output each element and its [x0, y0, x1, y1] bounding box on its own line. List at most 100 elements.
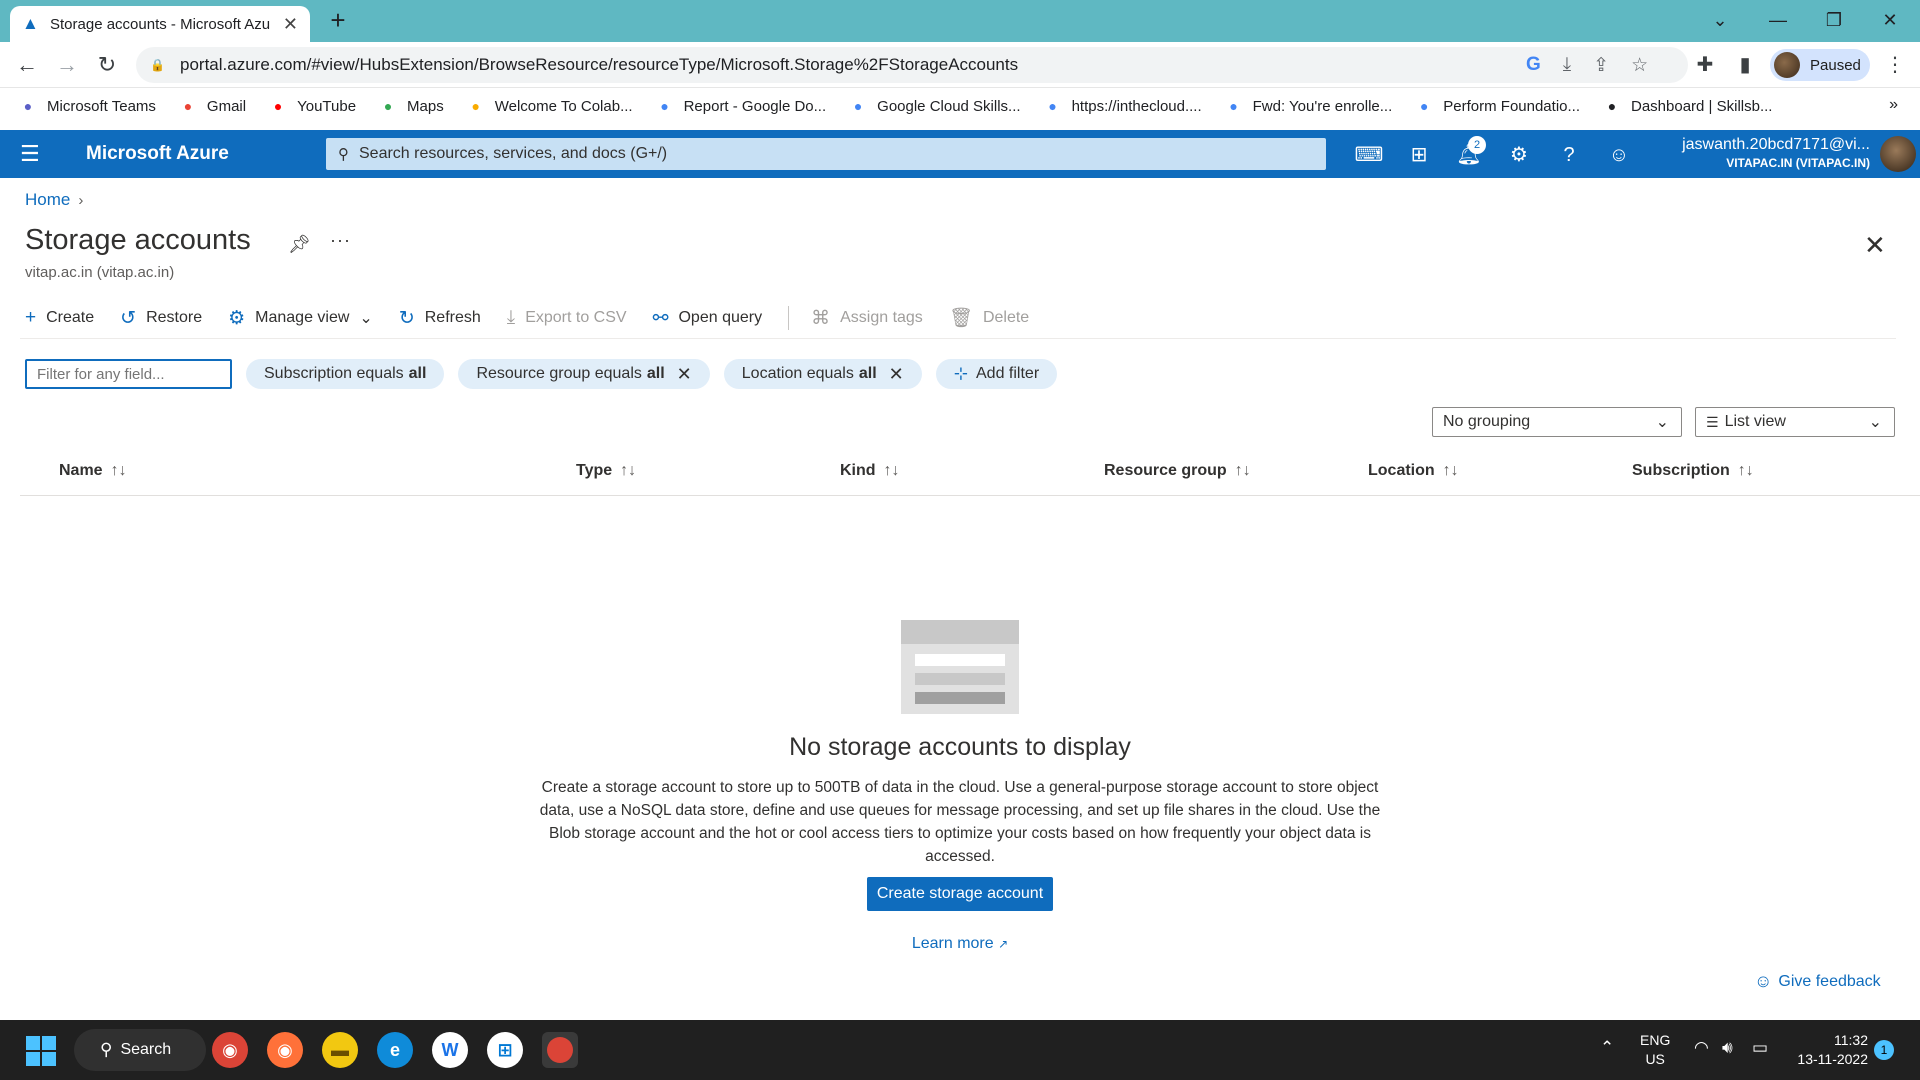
wifi-icon[interactable]: ◠ [1694, 1038, 1709, 1058]
microsoft-store-icon[interactable]: ⊞ [487, 1032, 523, 1068]
language-indicator[interactable]: ENG US [1640, 1031, 1670, 1069]
taskbar-search-button[interactable]: ⚲ Search [74, 1029, 206, 1071]
pin-icon[interactable]: 📌︎ [288, 234, 311, 255]
resource-group-filter-pill[interactable]: Resource group equals all ✕ [458, 359, 710, 389]
chrome-app-icon[interactable]: ◉ [212, 1032, 248, 1068]
bookmark-item[interactable]: ● Perform Foundatio... [1414, 97, 1580, 115]
tab-close-icon[interactable]: ✕ [283, 14, 298, 35]
open-query-button[interactable]: ⚯ Open query [653, 307, 763, 330]
breadcrumb-home-link[interactable]: Home [25, 190, 70, 210]
youtube-icon: ● [273, 98, 283, 114]
file-explorer-icon[interactable]: ▬ [322, 1032, 358, 1068]
new-tab-icon[interactable]: + [324, 6, 352, 34]
back-icon[interactable]: ← [12, 50, 42, 80]
restore-window-icon[interactable]: ❐ [1814, 0, 1854, 40]
restore-button[interactable]: ↺ Restore [120, 307, 202, 330]
bookmark-item[interactable]: ● Report - Google Do... [655, 97, 826, 115]
azure-brand[interactable]: Microsoft Azure [86, 143, 229, 165]
global-search-box[interactable]: ⚲ Search resources, services, and docs (… [326, 138, 1326, 170]
browser-menu-icon[interactable]: ⋮ [1882, 52, 1908, 78]
sort-icon[interactable]: ↑↓ [111, 462, 127, 479]
bookmark-item[interactable]: ● Welcome To Colab... [466, 97, 633, 115]
volume-icon[interactable]: 🔊︎ [1722, 1038, 1733, 1058]
remove-filter-icon[interactable]: ✕ [677, 364, 692, 385]
profile-paused-button[interactable]: Paused [1770, 49, 1870, 81]
refresh-button[interactable]: ↻ Refresh [399, 307, 481, 330]
cloud-shell-icon[interactable]: ⌨ [1354, 140, 1384, 170]
close-window-icon[interactable]: ✕ [1870, 0, 1910, 40]
tab-search-chevron-icon[interactable]: ⌄ [1700, 0, 1740, 40]
bookmark-item[interactable]: ● Gmail [178, 97, 246, 115]
sort-icon[interactable]: ↑↓ [1235, 462, 1251, 479]
bookmark-item[interactable]: ● https://inthecloud.... [1043, 97, 1201, 115]
feedback-icon[interactable]: ☺ [1604, 140, 1634, 170]
chrome-active-app-icon[interactable] [542, 1032, 578, 1068]
settings-gear-icon[interactable]: ⚙ [1504, 140, 1534, 170]
export-csv-button[interactable]: ⤓ Export to CSV [507, 307, 627, 329]
column-header-name[interactable]: Name ↑↓ [59, 462, 127, 480]
show-hidden-icons-chevron-icon[interactable]: ⌃ [1600, 1038, 1614, 1058]
column-header-resource-group[interactable]: Resource group ↑↓ [1104, 462, 1251, 480]
side-panel-icon[interactable]: ▮ [1732, 52, 1758, 78]
windows-start-icon[interactable] [26, 1036, 56, 1066]
bookmark-item[interactable]: ● Dashboard | Skillsb... [1602, 97, 1773, 115]
app-w-icon[interactable]: W [432, 1032, 468, 1068]
address-bar[interactable]: 🔒 portal.azure.com/#view/HubsExtension/B… [136, 47, 1688, 83]
add-filter-button[interactable]: ⊹ Add filter [935, 359, 1058, 389]
taskbar-clock[interactable]: 11:32 13-11-2022 [1790, 1031, 1868, 1069]
extensions-puzzle-icon[interactable]: ✚ [1692, 52, 1718, 78]
sort-icon[interactable]: ↑↓ [1443, 462, 1459, 479]
sort-icon[interactable]: ↑↓ [884, 462, 900, 479]
forward-icon[interactable]: → [52, 50, 82, 80]
column-header-type[interactable]: Type ↑↓ [576, 462, 636, 480]
table-header: Name ↑↓ Type ↑↓ Kind ↑↓ Resource group ↑↓ Lo… [20, 460, 1920, 496]
add-filter-label: Add filter [976, 365, 1040, 382]
column-header-location[interactable]: Location ↑↓ [1368, 462, 1459, 480]
subscription-filter-pill[interactable]: Subscription equals all [246, 359, 445, 389]
give-feedback-link[interactable]: ☺ Give feedback [1754, 971, 1881, 992]
account-avatar[interactable] [1880, 136, 1916, 172]
column-header-kind[interactable]: Kind ↑↓ [840, 462, 900, 480]
view-mode-dropdown[interactable]: ☰ List view ⌄ [1695, 407, 1895, 437]
manage-view-button[interactable]: ⚙ Manage view ⌄ [228, 307, 373, 330]
directory-filter-icon[interactable]: ⊞ [1404, 140, 1434, 170]
firefox-app-icon[interactable]: ◉ [267, 1032, 303, 1068]
grouping-dropdown[interactable]: No grouping ⌄ [1432, 407, 1682, 437]
column-header-subscription[interactable]: Subscription ↑↓ [1632, 462, 1754, 480]
create-storage-account-button[interactable]: Create storage account [867, 877, 1053, 911]
sort-icon[interactable]: ↑↓ [1738, 462, 1754, 479]
location-filter-pill[interactable]: Location equals all ✕ [723, 359, 922, 389]
learn-more-link[interactable]: Learn more ↗ [860, 935, 1060, 953]
bookmark-item[interactable]: ● Microsoft Teams [18, 97, 156, 115]
browser-tab[interactable]: ▲ Storage accounts - Microsoft Azu ✕ [10, 6, 310, 42]
bookmark-item[interactable]: ● Google Cloud Skills... [848, 97, 1021, 115]
more-bookmarks-icon[interactable]: » [1889, 96, 1898, 114]
bookmark-star-icon[interactable]: ☆ [1631, 54, 1648, 77]
portal-menu-icon[interactable]: ☰ [20, 142, 42, 166]
remove-filter-icon[interactable]: ✕ [889, 364, 904, 385]
sort-icon[interactable]: ↑↓ [620, 462, 636, 479]
edge-app-icon[interactable]: e [377, 1032, 413, 1068]
create-button[interactable]: + Create [25, 307, 94, 329]
minimize-icon[interactable]: — [1758, 0, 1798, 40]
google-icon: ● [1229, 98, 1238, 114]
url-text[interactable]: portal.azure.com/#view/HubsExtension/Bro… [180, 55, 1018, 75]
bookmark-item[interactable]: ● Fwd: You're enrolle... [1224, 97, 1392, 115]
share-icon[interactable]: ⇪ [1593, 54, 1609, 77]
delete-button[interactable]: 🗑︎ Delete [949, 306, 1029, 330]
google-lens-icon[interactable]: G [1526, 54, 1541, 76]
help-icon[interactable]: ? [1554, 140, 1584, 170]
close-blade-icon[interactable]: ✕ [1864, 230, 1886, 261]
bookmark-item[interactable]: ● Maps [378, 97, 444, 115]
account-menu[interactable]: jaswanth.20bcd7171@vi... VITAPAC.IN (VIT… [1682, 136, 1870, 170]
view-mode-value: List view [1724, 413, 1786, 430]
battery-icon[interactable]: ▭ [1752, 1038, 1768, 1058]
filter-input[interactable] [25, 359, 232, 389]
more-options-icon[interactable]: ··· [330, 230, 351, 251]
reload-icon[interactable]: ↻ [92, 50, 122, 80]
assign-tags-button[interactable]: ⌘ Assign tags [811, 307, 923, 330]
install-app-icon[interactable]: ⤓ [1563, 54, 1571, 76]
bookmark-item[interactable]: ● YouTube [268, 97, 356, 115]
lock-icon[interactable]: 🔒 [150, 58, 165, 72]
notification-center-badge[interactable]: 1 [1874, 1040, 1894, 1060]
